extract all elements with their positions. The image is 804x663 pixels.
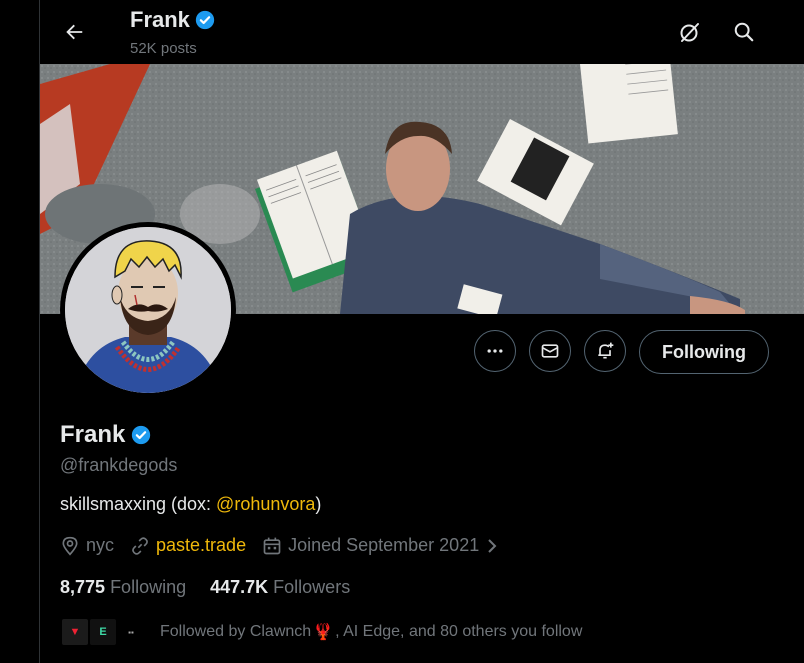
- location: nyc: [60, 535, 114, 556]
- avatar-image: [65, 227, 231, 393]
- avatar-illustration: [65, 227, 231, 393]
- grok-button[interactable]: [672, 14, 708, 50]
- profile-header: Frank 52K posts: [40, 0, 804, 64]
- joined-text: Joined September 2021: [288, 535, 480, 555]
- more-icon: [487, 349, 503, 353]
- follow-stats: 8,775 Following 447.7K Followers: [60, 577, 350, 598]
- joined-date[interactable]: Joined September 2021: [262, 535, 499, 556]
- header-name: Frank: [130, 7, 190, 32]
- verified-badge-icon: [132, 425, 151, 445]
- bio-end: ): [315, 494, 322, 514]
- followed-by-text-1: Followed by Clawnch: [160, 623, 312, 640]
- profile-name: Frank: [60, 421, 126, 448]
- following-count: 8,775: [60, 577, 106, 597]
- followed-by-text-2: , AI Edge, and 80 others you follow: [335, 623, 583, 640]
- following-stat[interactable]: 8,775 Following: [60, 577, 186, 598]
- notifications-button[interactable]: [584, 330, 626, 372]
- mail-icon: [541, 344, 559, 358]
- follower-avatar: ▪▪: [116, 617, 146, 647]
- website: paste.trade: [130, 535, 246, 556]
- bio-text: skillsmaxxing (dox:: [60, 494, 217, 514]
- profile-handle: @frankdegods: [60, 455, 178, 475]
- profile-column: Frank 52K posts Following Frank @frankde…: [39, 0, 804, 663]
- profile-avatar[interactable]: [60, 222, 236, 398]
- followers-label: Followers: [273, 577, 351, 597]
- header-title: Frank: [130, 7, 216, 33]
- following-button[interactable]: Following: [639, 330, 769, 374]
- grok-icon: [680, 23, 699, 42]
- follower-avatar: ▼: [60, 617, 90, 647]
- profile-meta: nyc paste.trade Joined September 2021: [60, 535, 515, 556]
- follower-avatar: E: [88, 617, 118, 647]
- back-button[interactable]: [56, 14, 92, 50]
- calendar-icon: [263, 537, 281, 554]
- arrow-left-icon: [66, 24, 83, 40]
- profile-name-row: Frank: [60, 421, 152, 449]
- profile-bio: skillsmaxxing (dox: @rohunvora): [60, 494, 321, 515]
- bell-plus-icon: [598, 342, 614, 359]
- more-button[interactable]: [474, 330, 516, 372]
- followers-count: 447.7K: [210, 577, 269, 597]
- search-button[interactable]: [726, 14, 762, 50]
- verified-badge-icon: [195, 10, 215, 30]
- chevron-right-icon: [488, 538, 497, 553]
- message-button[interactable]: [529, 330, 571, 372]
- location-text: nyc: [86, 535, 115, 555]
- followed-by[interactable]: ▼ E ▪▪ Followed by Clawnch 🦞 , AI Edge, …: [60, 617, 582, 647]
- followers-stat[interactable]: 447.7K Followers: [210, 577, 350, 598]
- website-link[interactable]: paste.trade: [156, 535, 246, 556]
- search-icon: [734, 22, 754, 42]
- bio-mention-link[interactable]: @rohunvora: [216, 494, 315, 514]
- post-count: 52K posts: [130, 40, 197, 57]
- lobster-emoji: 🦞: [313, 624, 334, 641]
- following-label: Following: [110, 577, 187, 597]
- link-icon: [132, 536, 148, 555]
- location-pin-icon: [62, 536, 78, 556]
